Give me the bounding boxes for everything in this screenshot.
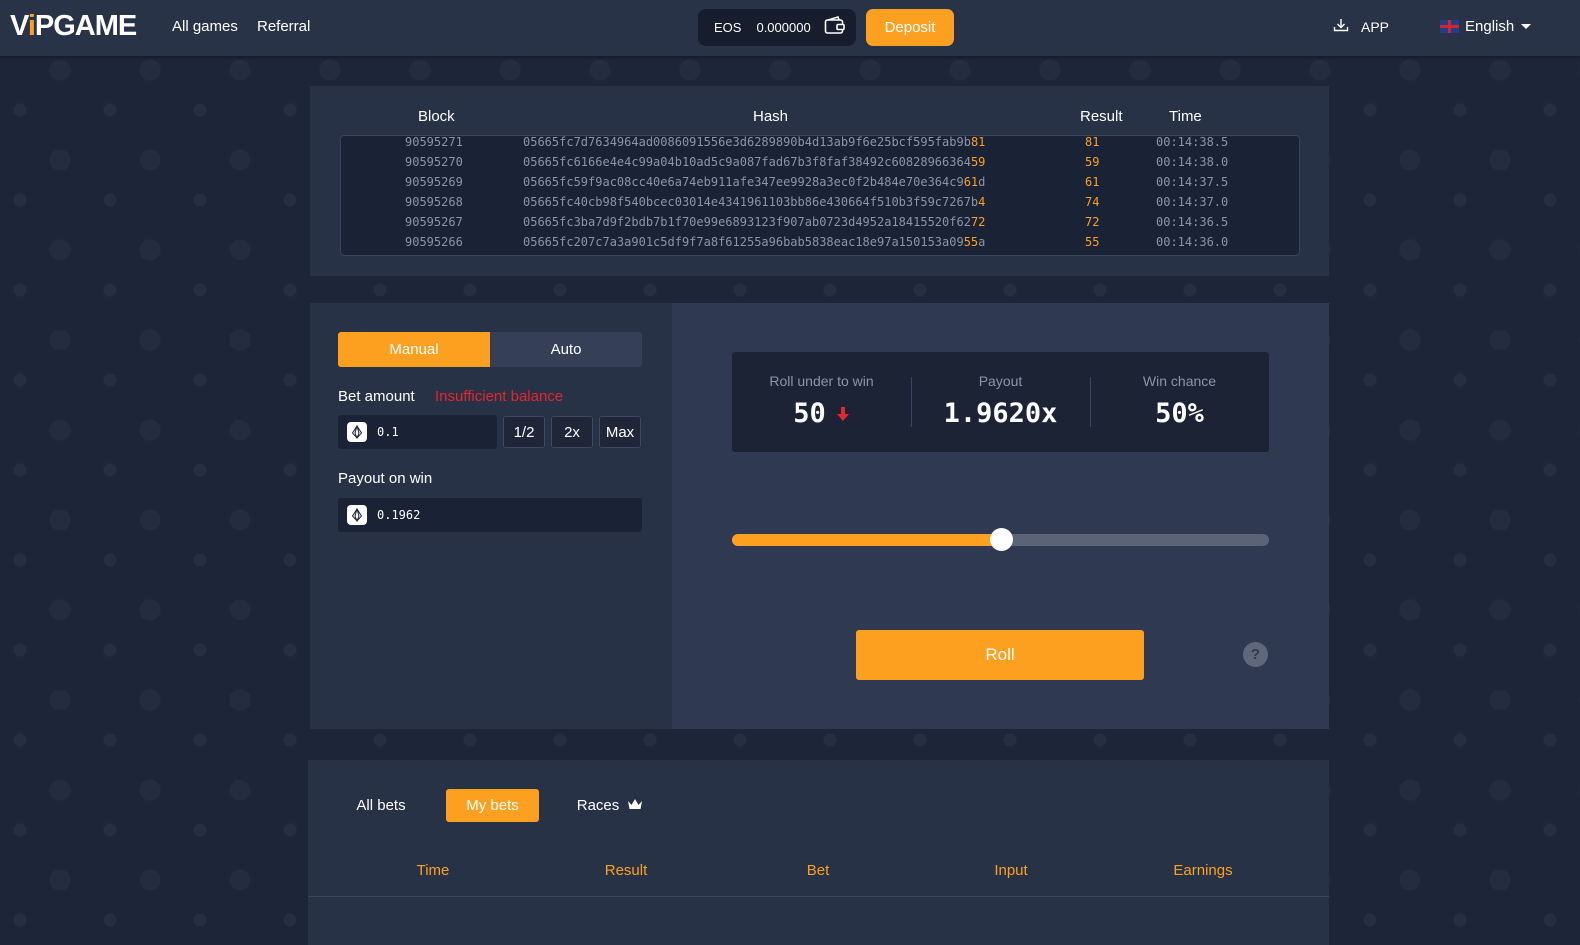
hash-row: 90595266 05665fc207c7a3a901c5df9f7a8f612… bbox=[405, 235, 1229, 249]
hash-list[interactable]: 90595271 05665fc7d7634964ad0086091556e3d… bbox=[340, 135, 1300, 256]
slider-handle[interactable] bbox=[989, 528, 1013, 551]
bets-panel: All bets My bets Races Time Result Bet I… bbox=[308, 760, 1329, 945]
hash-row: 90595271 05665fc7d7634964ad0086091556e3d… bbox=[405, 135, 1229, 149]
double-bet-button[interactable]: 2x bbox=[551, 416, 593, 448]
balance-currency: EOS bbox=[714, 20, 742, 35]
deposit-button[interactable]: Deposit bbox=[866, 9, 954, 46]
payout-label: Payout bbox=[978, 373, 1023, 389]
roll-button[interactable]: Roll bbox=[856, 630, 1144, 680]
win-chance-value: 50% bbox=[1155, 398, 1204, 429]
hash-row: 90595268 05665fc40cb98f540bcec03014e4341… bbox=[405, 195, 1229, 209]
language-selector[interactable]: English bbox=[1440, 18, 1532, 35]
dice-panel: Roll under to win 50 Payout 1.9620x Win … bbox=[672, 303, 1329, 729]
app-label: APP bbox=[1361, 18, 1390, 35]
roll-under-label: Roll under to win bbox=[769, 373, 874, 389]
tab-all-bets[interactable]: All bets bbox=[346, 789, 416, 822]
roll-under-value: 50 bbox=[793, 398, 826, 429]
column-earnings: Earnings bbox=[1173, 862, 1233, 879]
half-bet-button[interactable]: 1/2 bbox=[503, 416, 545, 448]
language-label: English bbox=[1465, 18, 1515, 35]
payout-stat: Payout 1.9620x bbox=[911, 352, 1090, 452]
crown-icon bbox=[627, 797, 643, 814]
header-hash: Hash bbox=[753, 108, 789, 125]
payout-on-win-label: Payout on win bbox=[338, 470, 433, 487]
mode-tabs: Manual Auto bbox=[338, 332, 642, 367]
top-nav: ViPGAME All games Referral EOS 0.000000 … bbox=[0, 0, 1580, 56]
hash-panel: Block Hash Result Time 90595271 05665fc7… bbox=[310, 86, 1329, 276]
column-result: Result bbox=[604, 862, 648, 879]
roll-slider[interactable] bbox=[732, 528, 1269, 551]
eos-icon bbox=[347, 422, 367, 442]
wallet-icon[interactable] bbox=[824, 16, 846, 39]
header-result: Result bbox=[1080, 108, 1123, 125]
bet-amount-label: Bet amount bbox=[338, 388, 415, 405]
uk-flag-icon bbox=[1440, 20, 1459, 33]
tab-manual[interactable]: Manual bbox=[338, 332, 490, 367]
logo[interactable]: ViPGAME bbox=[10, 10, 137, 43]
slider-fill bbox=[732, 534, 1001, 546]
payout-on-win-field: 0.1962 bbox=[338, 498, 642, 532]
column-input: Input bbox=[994, 862, 1028, 879]
roll-under-stat: Roll under to win 50 bbox=[732, 352, 911, 452]
stats-box: Roll under to win 50 Payout 1.9620x Win … bbox=[732, 352, 1269, 452]
header-block: Block bbox=[418, 108, 455, 125]
eos-icon bbox=[347, 505, 367, 525]
balance-amount: 0.000000 bbox=[756, 20, 811, 35]
chevron-down-icon bbox=[1520, 18, 1532, 35]
column-time: Time bbox=[416, 862, 450, 879]
download-icon bbox=[1333, 18, 1349, 35]
hash-row: 90595270 05665fc6166e4e4c99a04b10ad5c9a0… bbox=[405, 155, 1229, 169]
tab-my-bets[interactable]: My bets bbox=[446, 789, 539, 822]
divider bbox=[308, 896, 1329, 897]
win-chance-stat: Win chance 50% bbox=[1090, 352, 1269, 452]
nav-link-all-games[interactable]: All games bbox=[172, 18, 238, 35]
app-download-link[interactable]: APP bbox=[1333, 18, 1389, 35]
column-bet: Bet bbox=[806, 862, 830, 879]
races-label: Races bbox=[576, 797, 620, 814]
hash-row: 90595269 05665fc59f9ac08cc40e6a74eb911af… bbox=[405, 175, 1229, 189]
bet-amount-input[interactable]: 0.1 bbox=[338, 415, 497, 449]
help-icon[interactable]: ? bbox=[1243, 642, 1268, 667]
bet-controls-panel: Manual Auto Bet amount Insufficient bala… bbox=[310, 303, 672, 729]
win-chance-label: Win chance bbox=[1142, 373, 1217, 389]
balance-display: EOS 0.000000 bbox=[698, 9, 856, 46]
max-bet-button[interactable]: Max bbox=[599, 416, 641, 448]
nav-link-referral[interactable]: Referral bbox=[257, 18, 310, 35]
arrow-down-icon[interactable] bbox=[836, 398, 850, 429]
insufficient-balance-warning: Insufficient balance bbox=[435, 388, 564, 405]
payout-value: 1.9620x bbox=[943, 398, 1058, 429]
header-time: Time bbox=[1169, 108, 1202, 125]
tab-auto[interactable]: Auto bbox=[490, 332, 642, 367]
hash-row: 90595267 05665fc3ba7d9f2bdb7b1f70e99e689… bbox=[405, 215, 1229, 229]
tab-races[interactable]: Races bbox=[574, 789, 646, 822]
